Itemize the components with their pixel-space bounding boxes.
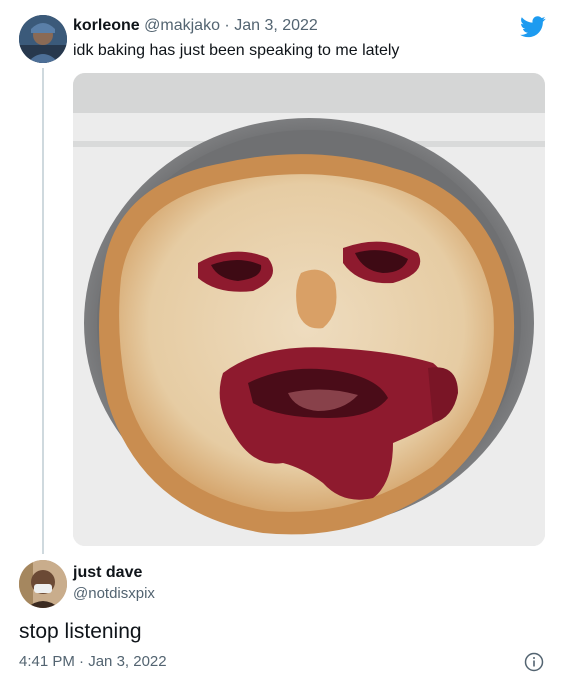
display-name[interactable]: korleone <box>73 17 140 34</box>
separator-dot: · <box>79 653 85 670</box>
user-handle[interactable]: @makjako <box>144 17 220 34</box>
tweet-header: korleone @makjako · Jan 3, 2022 <box>73 17 318 35</box>
reply-display-name[interactable]: just dave <box>73 564 142 582</box>
avatar-image <box>19 15 67 63</box>
separator-dot: · <box>224 17 230 34</box>
tweet-date[interactable]: Jan 3, 2022 <box>234 17 318 34</box>
avatar-just-dave[interactable] <box>19 560 67 608</box>
thread-line <box>42 68 44 554</box>
reply-user-handle[interactable]: @notdisxpix <box>73 585 155 602</box>
avatar-korleone[interactable] <box>19 15 67 63</box>
tweet-photo[interactable] <box>73 73 545 546</box>
twitter-bird-icon <box>520 16 546 38</box>
avatar-image <box>19 560 67 608</box>
tweet-text: idk baking has just been speaking to me … <box>73 42 400 59</box>
reply-timestamp[interactable]: 4:41 PM · Jan 3, 2022 <box>19 653 167 670</box>
reply-date: Jan 3, 2022 <box>88 653 167 670</box>
info-icon[interactable] <box>524 652 544 672</box>
reply-time: 4:41 PM <box>19 653 75 670</box>
pie-face-photo <box>73 73 545 546</box>
reply-text: stop listening <box>19 620 142 643</box>
